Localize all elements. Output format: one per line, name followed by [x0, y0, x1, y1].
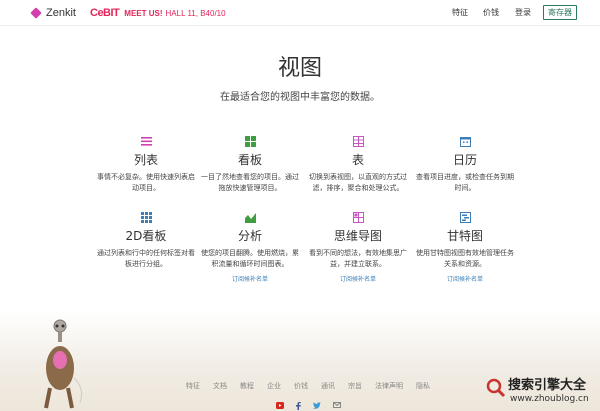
- table-icon: [352, 136, 364, 147]
- zenkit-logo[interactable]: Zenkit: [30, 7, 76, 19]
- waitlist-link[interactable]: 订阅候补名单: [303, 274, 413, 283]
- footer-link-4[interactable]: 价钱: [294, 381, 308, 391]
- feature-name: 列表: [133, 153, 158, 167]
- feature-card-1: 看板一目了然地查看您的项目。通过 拖放快速管理项目。: [195, 136, 305, 194]
- top-navigation-bar: Zenkit CeBIT MEET US! HALL 11, B40/10 特征…: [0, 0, 600, 26]
- feature-description: 事情不必复杂。使用快速列表启 动项目。: [97, 173, 195, 192]
- footer-link-1[interactable]: 文档: [213, 381, 227, 391]
- page-title: 视图: [277, 56, 322, 81]
- feature-name: 甘特图: [446, 229, 483, 243]
- kanban-icon: [244, 136, 256, 147]
- feature-description: 通过列表和行中的任何标签对看 板进行分组。: [97, 249, 195, 268]
- feature-name: 2D看板: [125, 229, 167, 243]
- feature-card-0: 列表事情不必复杂。使用快速列表启 动项目。: [91, 136, 201, 194]
- footer-links: 特征 文档 教程 企业 价钱 通讯 宗旨 法律声明 隐私: [186, 381, 443, 391]
- footer-link-8[interactable]: 隐私: [416, 381, 430, 391]
- zenkit-diamond-icon: [30, 7, 42, 19]
- footer-link-3[interactable]: 企业: [267, 381, 281, 391]
- footer-link-5[interactable]: 通讯: [321, 381, 335, 391]
- feature-card-7: 甘特图使用甘特图视图有效地管理任务 关系和资源。订阅候补名单: [410, 212, 520, 283]
- feature-card-5: 分析使您的项目翻腾。使用燃烧，累 积流量和循环时间图表。订阅候补名单: [195, 212, 305, 283]
- cebit-banner[interactable]: CeBIT MEET US! HALL 11, B40/10: [90, 7, 226, 19]
- footer-link-2[interactable]: 教程: [240, 381, 254, 391]
- feature-description: 查看项目进度，或检查任务到期 时间。: [416, 173, 514, 192]
- nav-pricing[interactable]: 价钱: [483, 7, 499, 18]
- feature-description: 使您的项目翻腾。使用燃烧，累 积流量和循环时间图表。: [201, 249, 299, 268]
- feature-card-2: 表切换到表视图，以直观的方式过 滤，排序，聚合和处理公式。: [303, 136, 413, 194]
- youtube-icon[interactable]: [276, 402, 284, 411]
- feature-description: 使用甘特图视图有效地管理任务 关系和资源。: [416, 249, 514, 268]
- mindmap-icon: [352, 212, 364, 223]
- email-icon[interactable]: [333, 402, 341, 411]
- cebit-meet-text: MEET US!: [124, 8, 163, 18]
- feature-description: 看到不同的想法，有效地集思广 益，并建立联系。: [309, 249, 407, 268]
- calendar-icon: [459, 137, 471, 147]
- watermark-url: www.zhoublog.cn: [510, 394, 589, 404]
- social-links: [276, 402, 353, 411]
- list-icon: [140, 137, 152, 146]
- nav-login[interactable]: 登录: [515, 7, 531, 18]
- feature-card-6: 思维导图看到不同的想法，有效地集思广 益，并建立联系。订阅候补名单: [303, 212, 413, 283]
- feature-name: 表: [351, 153, 364, 167]
- register-button[interactable]: 寄存器: [543, 5, 577, 20]
- facebook-icon[interactable]: [296, 402, 301, 411]
- chart-icon: [244, 213, 256, 223]
- cebit-logo: CeBIT: [90, 7, 120, 19]
- waitlist-link[interactable]: 订阅候补名单: [195, 274, 305, 283]
- page-subtitle: 在最适合您的视图中丰富您的数据。: [220, 92, 380, 103]
- feature-card-3: 日历查看项目进度，或检查任务到期 时间。: [410, 136, 520, 194]
- twitter-icon[interactable]: [313, 402, 321, 411]
- feature-name: 思维导图: [333, 229, 382, 243]
- feature-card-4: 2D看板通过列表和行中的任何标签对看 板进行分组。: [91, 212, 201, 270]
- gantt-icon: [459, 212, 471, 223]
- feature-description: 一目了然地查看您的项目。通过 拖放快速管理项目。: [201, 173, 299, 192]
- nav-features[interactable]: 特征: [452, 7, 468, 18]
- footer-link-7[interactable]: 法律声明: [375, 381, 403, 391]
- feature-name: 看板: [237, 153, 262, 167]
- watermark: 搜索引擎大全 www.zhoublog.cn: [486, 374, 598, 409]
- feature-name: 日历: [452, 153, 477, 167]
- cebit-hall-text: HALL 11, B40/10: [165, 8, 226, 18]
- brand-name: Zenkit: [46, 7, 76, 19]
- footer-link-6[interactable]: 宗旨: [348, 381, 362, 391]
- grid-2d-icon: [140, 212, 152, 223]
- magnifier-icon: [486, 378, 506, 398]
- feature-name: 分析: [237, 229, 262, 243]
- waitlist-link[interactable]: 订阅候补名单: [410, 274, 520, 283]
- watermark-title: 搜索引擎大全: [508, 378, 587, 393]
- footer-link-0[interactable]: 特征: [186, 381, 200, 391]
- feature-description: 切换到表视图，以直观的方式过 滤，排序，聚合和处理公式。: [309, 173, 407, 192]
- robot-mascot-image: [44, 319, 82, 409]
